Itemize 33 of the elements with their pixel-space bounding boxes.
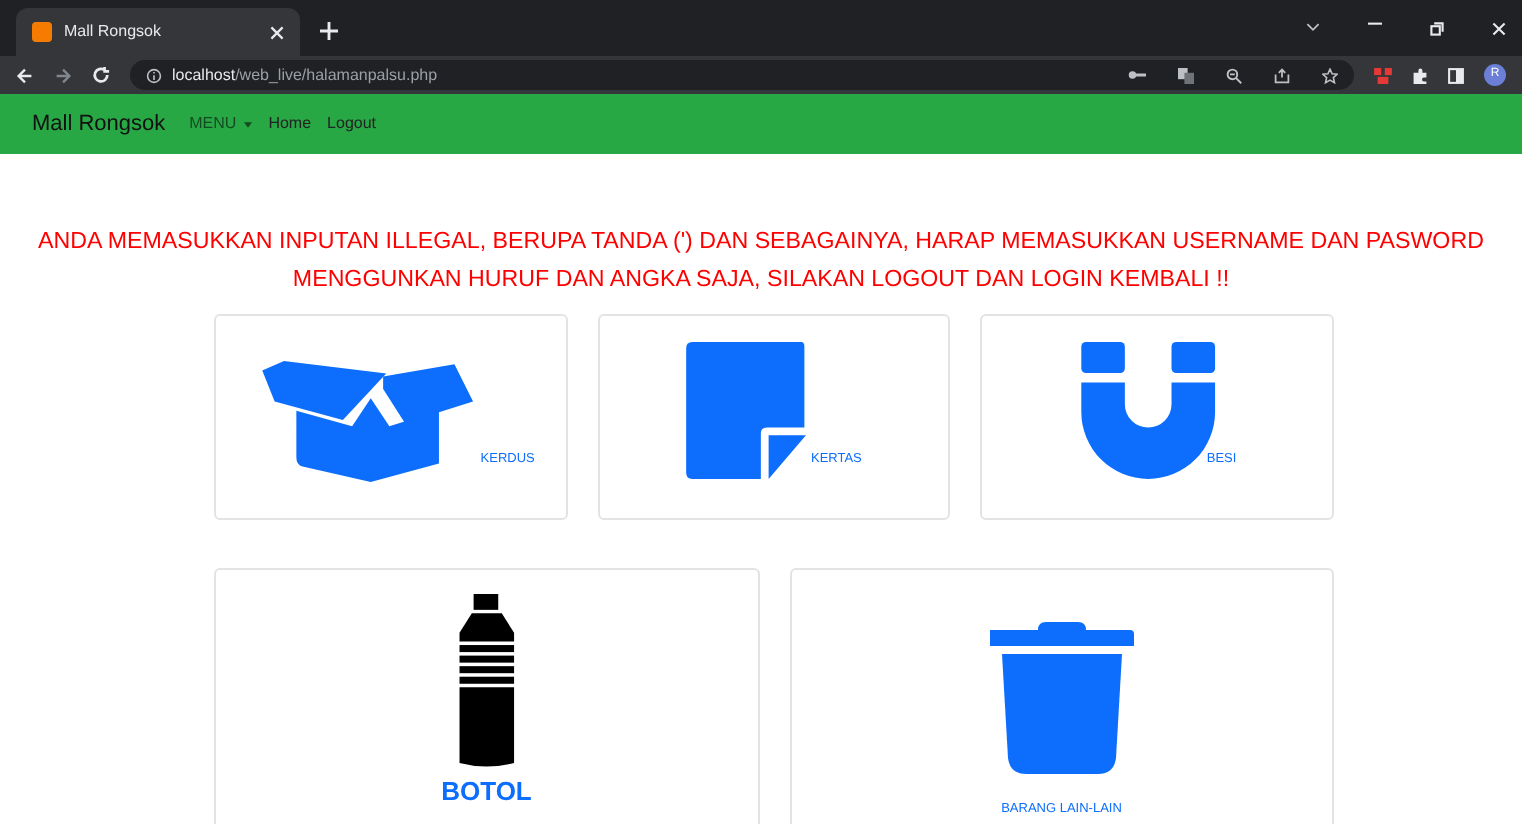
close-icon [270, 25, 284, 39]
navbar-brand[interactable]: Mall Rongsok [32, 107, 166, 141]
caret-icon [244, 121, 253, 127]
address-field[interactable]: localhost/web_live/halamanpalsu.php [130, 60, 1354, 90]
chevron-icon [1306, 21, 1320, 31]
restore-icon [1430, 21, 1444, 35]
new-tab-icon [320, 22, 338, 40]
back-icon [16, 67, 34, 83]
menu-dropdown[interactable]: MENU [189, 112, 253, 136]
extension-icon [1374, 67, 1392, 83]
info-icon [146, 67, 162, 83]
browser-tab[interactable]: Mall Rongsok [16, 8, 300, 56]
close-icon [1492, 21, 1506, 35]
favicon-icon [32, 22, 52, 42]
bottle-icon [455, 594, 518, 770]
nav-link[interactable]: Home [268, 112, 312, 136]
warning-message: ANDA MEMASUKKAN INPUTAN ILLEGAL, BERUPA TANDA (') DAN SEBAGAINYA, HARAP MEMASUKKAN USERNAME DAN PASWORD MENGGUNKAN HURUF DAN ANGKA SAJA, SILAKAN LOGOUT DAN LOGIN KEMBALI !! [36, 226, 1486, 296]
forward-icon [54, 67, 72, 83]
side-panel-icon [1448, 67, 1464, 83]
url-text: localhost/web_live/halamanpalsu.php [172, 63, 438, 87]
product-card[interactable]: BOTOL [214, 568, 759, 824]
note-icon [686, 342, 811, 482]
share-icon [1274, 67, 1290, 83]
key-icon [1128, 70, 1146, 80]
tab-title: Mall Rongsok [64, 20, 163, 44]
translate-icon [1178, 67, 1194, 83]
puzzle-icon [1412, 67, 1428, 83]
nav-link[interactable]: Logout [327, 112, 377, 136]
zoom-icon [1226, 67, 1242, 83]
reload-icon [92, 66, 110, 84]
star-icon [1322, 67, 1338, 83]
card-label: BOTOL [441, 778, 532, 807]
minimize-icon [1368, 21, 1382, 25]
